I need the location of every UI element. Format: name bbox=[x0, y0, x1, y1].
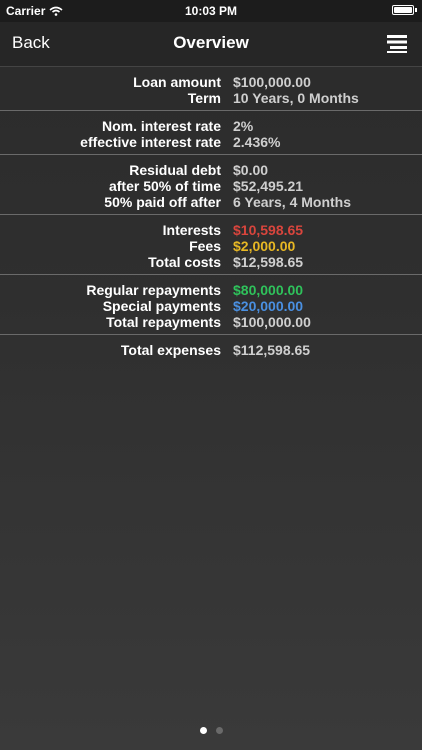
row-value: 10 Years, 0 Months bbox=[233, 90, 359, 106]
navigation-bar: Back Overview bbox=[0, 22, 422, 67]
row-label: Term bbox=[187, 90, 221, 106]
row-label: Fees bbox=[189, 238, 221, 254]
battery-icon bbox=[392, 5, 414, 15]
row-value: $100,000.00 bbox=[233, 314, 311, 330]
row-label: effective interest rate bbox=[80, 134, 221, 150]
loan-section: Loan amount $100,000.00 Term 10 Years, 0… bbox=[0, 67, 422, 111]
status-time: 10:03 PM bbox=[184, 4, 238, 18]
row-value: 2% bbox=[233, 118, 254, 134]
row-label: Interests bbox=[162, 222, 221, 238]
page-control[interactable] bbox=[0, 727, 422, 734]
costs-section: Interests $10,598.65 Fees $2,000.00 Tota… bbox=[0, 215, 422, 275]
row-value: 2.436% bbox=[233, 134, 281, 150]
row-value: $2,000.00 bbox=[233, 238, 296, 254]
loan-amount-row: Loan amount $100,000.00 bbox=[0, 74, 422, 90]
row-label: 50% paid off after bbox=[104, 194, 221, 210]
row-label: after 50% of time bbox=[108, 178, 221, 194]
row-value: $112,598.65 bbox=[233, 342, 311, 358]
total-expenses-row: Total expenses $112,598.65 bbox=[0, 342, 422, 358]
total-repayments-row: Total repayments $100,000.00 bbox=[0, 314, 422, 330]
fees-row: Fees $2,000.00 bbox=[0, 238, 422, 254]
effective-interest-row: effective interest rate 2.436% bbox=[0, 134, 422, 150]
interest-rate-section: Nom. interest rate 2% effective interest… bbox=[0, 111, 422, 155]
page-dot-1[interactable] bbox=[199, 727, 207, 734]
row-value: $0.00 bbox=[233, 162, 269, 178]
total-costs-row: Total costs $12,598.65 bbox=[0, 254, 422, 270]
residual-debt-row: Residual debt $0.00 bbox=[0, 162, 422, 178]
row-label: Nom. interest rate bbox=[101, 118, 221, 134]
row-value: 6 Years, 4 Months bbox=[233, 194, 352, 210]
special-payments-row: Special payments $20,000.00 bbox=[0, 298, 422, 314]
overview-content: Loan amount $100,000.00 Term 10 Years, 0… bbox=[0, 67, 422, 362]
row-label: Regular repayments bbox=[86, 282, 221, 298]
row-label: Loan amount bbox=[133, 74, 221, 90]
total-expenses-section: Total expenses $112,598.65 bbox=[0, 335, 422, 362]
page-dot-2[interactable] bbox=[215, 727, 223, 734]
row-label: Total repayments bbox=[106, 314, 221, 330]
page-title: Overview bbox=[173, 33, 249, 52]
status-bar: Carrier 10:03 PM bbox=[0, 0, 422, 22]
row-value: $12,598.65 bbox=[233, 254, 304, 270]
repayments-section: Regular repayments $80,000.00 Special pa… bbox=[0, 275, 422, 335]
half-paid-off-row: 50% paid off after 6 Years, 4 Months bbox=[0, 194, 422, 210]
row-value: $80,000.00 bbox=[233, 282, 304, 298]
menu-icon[interactable] bbox=[386, 34, 408, 54]
battery-tip bbox=[415, 8, 417, 12]
term-row: Term 10 Years, 0 Months bbox=[0, 90, 422, 106]
row-label: Total expenses bbox=[120, 342, 221, 358]
row-label: Residual debt bbox=[129, 162, 221, 178]
row-label: Total costs bbox=[148, 254, 221, 270]
row-value: $52,495.21 bbox=[233, 178, 304, 194]
row-value: $100,000.00 bbox=[233, 74, 311, 90]
nominal-interest-row: Nom. interest rate 2% bbox=[0, 118, 422, 134]
after-half-time-row: after 50% of time $52,495.21 bbox=[0, 178, 422, 194]
regular-repayments-row: Regular repayments $80,000.00 bbox=[0, 282, 422, 298]
row-value: $20,000.00 bbox=[233, 298, 304, 314]
interests-row: Interests $10,598.65 bbox=[0, 222, 422, 238]
residual-debt-section: Residual debt $0.00 after 50% of time $5… bbox=[0, 155, 422, 215]
row-value: $10,598.65 bbox=[233, 222, 304, 238]
row-label: Special payments bbox=[102, 298, 221, 314]
